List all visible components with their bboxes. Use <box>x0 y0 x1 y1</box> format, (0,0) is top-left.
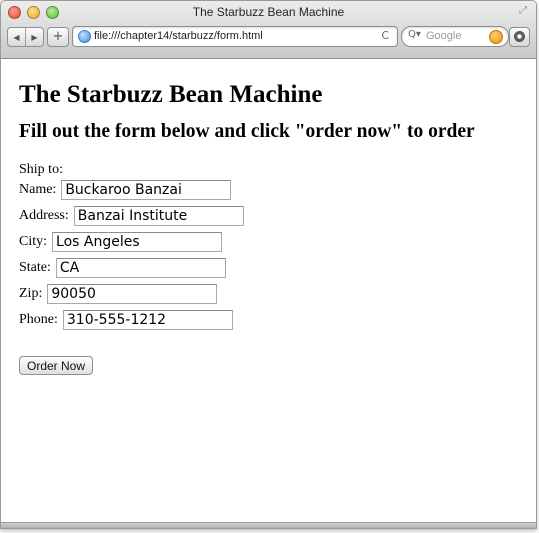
address-bar[interactable]: file:///chapter14/starbuzz/form.html C <box>72 26 398 47</box>
window-title: The Starbuzz Bean Machine <box>192 5 345 19</box>
city-field[interactable] <box>52 232 223 252</box>
zip-label: Zip: <box>19 286 43 301</box>
zip-field[interactable] <box>47 284 218 304</box>
state-row: State: <box>19 256 526 280</box>
globe-icon <box>78 30 91 43</box>
phone-label: Phone: <box>19 312 58 327</box>
ship-to-label: Ship to: <box>19 162 63 177</box>
url-text[interactable]: file:///chapter14/starbuzz/form.html <box>94 30 263 42</box>
name-row: Name: <box>19 178 526 202</box>
state-field[interactable] <box>55 258 226 278</box>
phone-row: Phone: <box>19 308 526 332</box>
title-bar: The Starbuzz Bean Machine ⤢ ◀ ▶ + file:/… <box>1 1 536 59</box>
city-row: City: <box>19 230 526 254</box>
forward-button[interactable]: ▶ <box>25 28 43 46</box>
snapback-icon[interactable] <box>489 30 503 44</box>
page-subtitle: Fill out the form below and click "order… <box>19 121 475 142</box>
address-field[interactable] <box>73 206 244 226</box>
address-row: Address: <box>19 204 526 228</box>
search-placeholder: Google <box>426 30 462 42</box>
order-form: Ship to: Name: Address: City: State: Zip… <box>19 161 526 375</box>
add-bookmark-button[interactable]: + <box>47 27 69 47</box>
nav-buttons: ◀ ▶ <box>7 27 44 47</box>
settings-button[interactable] <box>509 27 530 47</box>
state-label: State: <box>19 260 51 275</box>
city-label: City: <box>19 234 48 249</box>
browser-window: The Starbuzz Bean Machine ⤢ ◀ ▶ + file:/… <box>0 0 537 529</box>
gear-icon <box>514 31 525 42</box>
status-bar <box>1 522 536 528</box>
search-icon[interactable]: Q▾ <box>408 29 421 40</box>
reload-icon[interactable]: C <box>381 29 389 42</box>
zip-row: Zip: <box>19 282 526 306</box>
page-content: The Starbuzz Bean Machine Fill out the f… <box>1 59 536 528</box>
address-label: Address: <box>19 208 69 223</box>
back-button[interactable]: ◀ <box>8 28 25 46</box>
toolbar: ◀ ▶ + file:///chapter14/starbuzz/form.ht… <box>7 25 530 47</box>
name-label: Name: <box>19 182 57 197</box>
fullscreen-icon[interactable]: ⤢ <box>519 5 527 16</box>
search-bar[interactable]: Q▾ Google <box>401 26 509 47</box>
page-title: The Starbuzz Bean Machine <box>19 81 323 108</box>
phone-field[interactable] <box>62 310 233 330</box>
name-field[interactable] <box>61 180 232 200</box>
order-now-button[interactable]: Order Now <box>19 356 94 375</box>
